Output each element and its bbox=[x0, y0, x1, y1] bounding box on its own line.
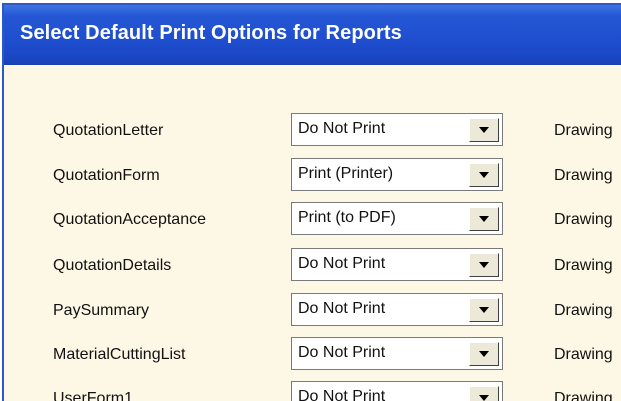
print-option-select-quotationdetails[interactable]: Do Not Print bbox=[291, 248, 503, 281]
report-options-list: QuotationLetter Do Not Print Drawing Quo… bbox=[4, 5, 621, 401]
print-option-select-userform1[interactable]: Do Not Print bbox=[291, 381, 503, 401]
selected-print-option: Do Not Print bbox=[298, 388, 386, 401]
selected-print-option: Do Not Print bbox=[298, 344, 386, 361]
drawing-label: Drawing bbox=[554, 122, 613, 139]
selected-print-option: Do Not Print bbox=[298, 255, 386, 272]
drawing-label: Drawing bbox=[554, 257, 613, 274]
dropdown-button[interactable] bbox=[469, 163, 499, 187]
dropdown-button[interactable] bbox=[469, 386, 499, 401]
report-label-quotationform: QuotationForm bbox=[53, 167, 160, 184]
chevron-down-icon bbox=[479, 395, 489, 401]
print-option-select-quotationacceptance[interactable]: Print (to PDF) bbox=[291, 202, 503, 235]
selected-print-option: Do Not Print bbox=[298, 300, 386, 317]
dropdown-button[interactable] bbox=[469, 118, 499, 142]
drawing-label: Drawing bbox=[554, 346, 613, 363]
selected-print-option: Do Not Print bbox=[298, 120, 386, 137]
drawing-label: Drawing bbox=[554, 390, 613, 401]
drawing-label: Drawing bbox=[554, 211, 613, 228]
print-options-window: Select Default Print Options for Reports… bbox=[2, 3, 621, 401]
dropdown-button[interactable] bbox=[469, 253, 499, 277]
report-label-materialcuttinglist: MaterialCuttingList bbox=[53, 346, 186, 363]
chevron-down-icon bbox=[479, 307, 489, 313]
selected-print-option: Print (to PDF) bbox=[298, 209, 396, 226]
drawing-label: Drawing bbox=[554, 167, 613, 184]
chevron-down-icon bbox=[479, 262, 489, 268]
report-label-quotationdetails: QuotationDetails bbox=[53, 257, 172, 274]
dropdown-button[interactable] bbox=[469, 298, 499, 322]
chevron-down-icon bbox=[479, 351, 489, 357]
selected-print-option: Print (Printer) bbox=[298, 165, 394, 182]
chevron-down-icon bbox=[479, 216, 489, 222]
report-label-userform1: UserForm1 bbox=[53, 390, 134, 401]
print-option-select-materialcuttinglist[interactable]: Do Not Print bbox=[291, 337, 503, 370]
drawing-label: Drawing bbox=[554, 302, 613, 319]
print-option-select-paysummary[interactable]: Do Not Print bbox=[291, 293, 503, 326]
dropdown-button[interactable] bbox=[469, 207, 499, 231]
dropdown-button[interactable] bbox=[469, 342, 499, 366]
report-label-quotationletter: QuotationLetter bbox=[53, 122, 164, 139]
print-option-select-quotationform[interactable]: Print (Printer) bbox=[291, 158, 503, 191]
chevron-down-icon bbox=[479, 172, 489, 178]
print-option-select-quotationletter[interactable]: Do Not Print bbox=[291, 113, 503, 146]
chevron-down-icon bbox=[479, 127, 489, 133]
report-label-quotationacceptance: QuotationAcceptance bbox=[53, 211, 206, 228]
report-label-paysummary: PaySummary bbox=[53, 302, 150, 319]
